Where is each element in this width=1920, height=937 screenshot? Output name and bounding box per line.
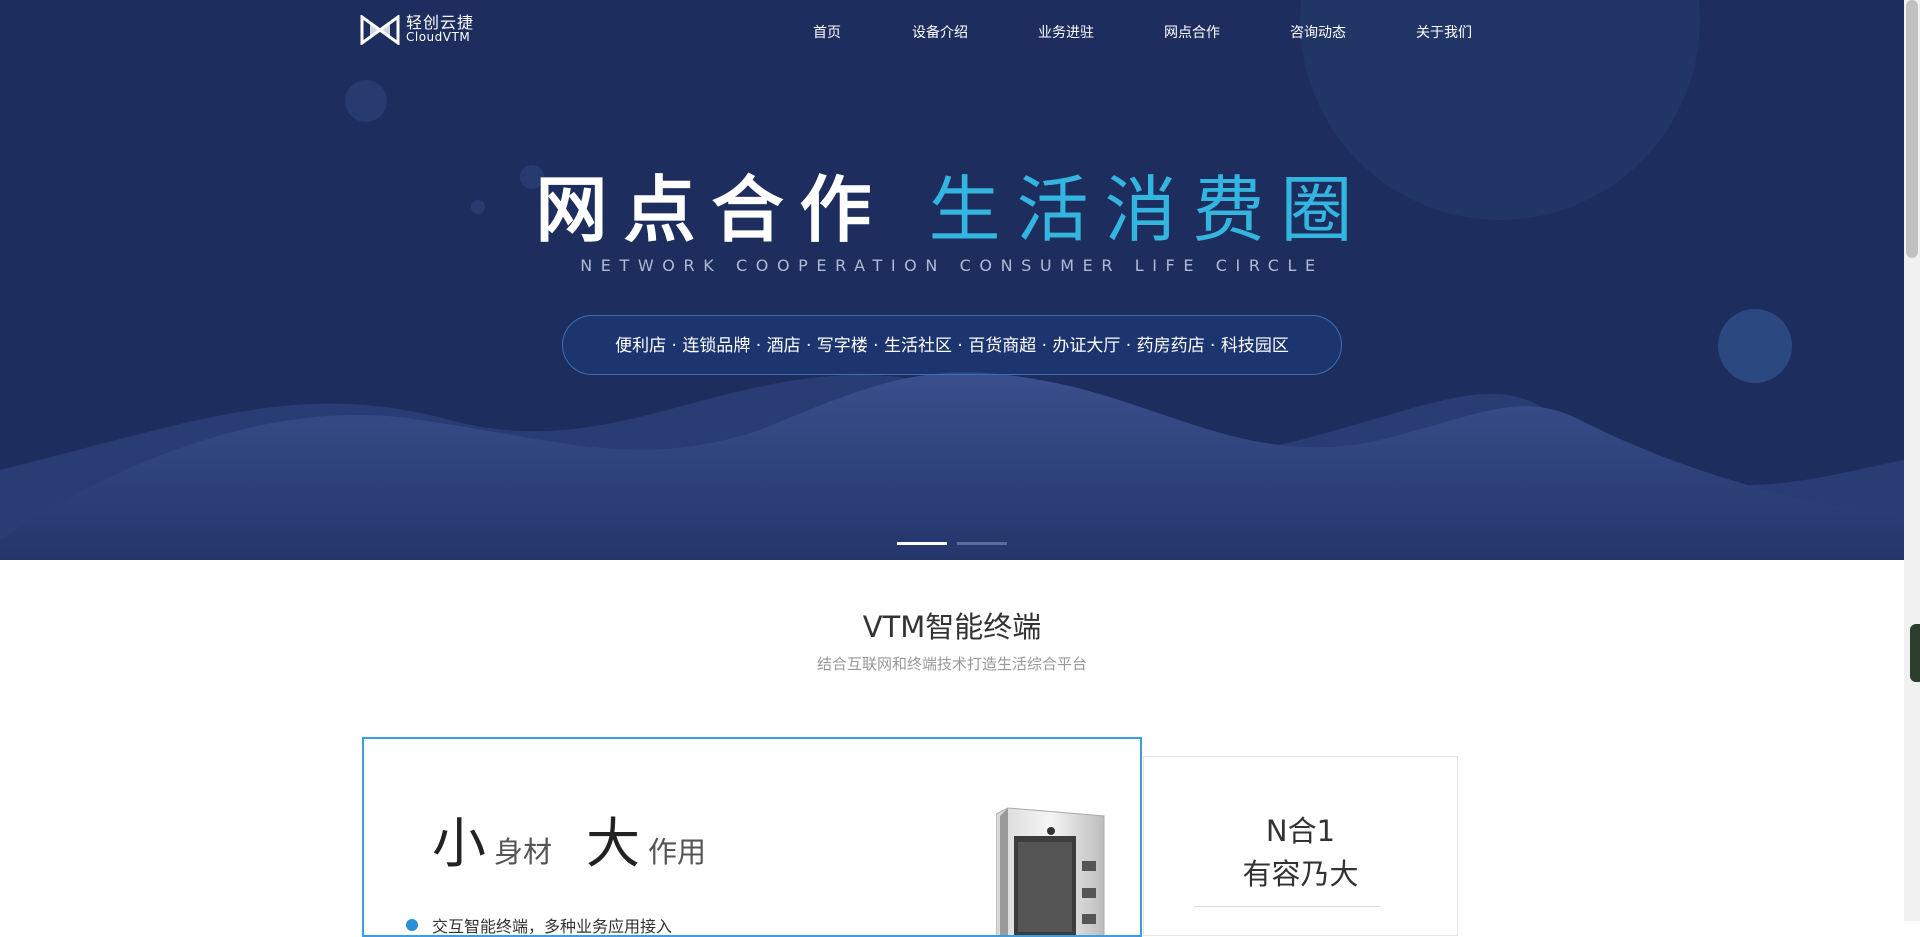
- hero-title-blue: 生活消费圈: [928, 168, 1369, 252]
- section-title: VTM智能终端: [862, 610, 1042, 644]
- side-card-line-2: 有容乃大: [1242, 857, 1359, 891]
- slogan-small-1: 身材: [494, 835, 553, 869]
- card-slogan: 小身材大作用: [432, 799, 740, 878]
- nav-item-about[interactable]: 关于我们: [1416, 22, 1472, 42]
- hero-title: 网点合作 生活消费圈: [0, 168, 1904, 252]
- logo-mark-icon: [360, 15, 400, 45]
- top-navigation: 轻创云捷 CloudVTM 首页 设备介绍 业务进驻 网点合作 咨询动态 关于我…: [0, 0, 1904, 63]
- hero-banner: [0, 0, 1904, 560]
- card-bullet-text: 交互智能终端，多种业务应用接入: [432, 917, 673, 936]
- slogan-small-2: 作用: [648, 835, 707, 869]
- floating-side-tab[interactable]: [1910, 624, 1920, 682]
- card-bullet: 交互智能终端，多种业务应用接入: [406, 913, 673, 936]
- feature-card-main[interactable]: 小身材大作用 交互智能终端，多种业务应用接入: [362, 737, 1142, 937]
- slogan-big-2: 大: [586, 812, 641, 875]
- scrollbar-thumb[interactable]: [1906, 0, 1918, 258]
- nav-item-business[interactable]: 业务进驻: [1038, 22, 1094, 42]
- vtm-terminal-device-image: [996, 807, 1105, 935]
- carousel-dot-2[interactable]: [957, 542, 1007, 545]
- section-subtitle: 结合互联网和终端技术打造生活综合平台: [816, 655, 1087, 673]
- logo[interactable]: 轻创云捷 CloudVTM: [360, 15, 474, 45]
- feature-card-side[interactable]: N合1 有容乃大: [1143, 756, 1458, 936]
- hero-title-white: 网点合作: [535, 168, 888, 252]
- nav-item-devices[interactable]: 设备介绍: [912, 22, 968, 42]
- side-card-line-1: N合1: [1265, 814, 1336, 848]
- carousel-dot-1[interactable]: [897, 542, 947, 545]
- logo-chinese-name: 轻创云捷: [406, 13, 475, 32]
- hero-subtitle: NETWORK COOPERATION CONSUMER LIFE CIRCLE: [580, 256, 1324, 275]
- side-card-title: N合1 有容乃大: [1144, 810, 1457, 896]
- nav-item-home[interactable]: 首页: [813, 22, 841, 42]
- nav-item-partnership[interactable]: 网点合作: [1164, 22, 1220, 42]
- nav-item-news[interactable]: 咨询动态: [1290, 22, 1346, 42]
- logo-english-name: CloudVTM: [406, 30, 471, 44]
- slogan-big-1: 小: [432, 812, 486, 875]
- hero-background-waves: [0, 0, 1904, 560]
- side-card-divider: [1194, 906, 1380, 907]
- hero-scenes-pill: 便利店 · 连锁品牌 · 酒店 · 写字楼 · 生活社区 · 百货商超 · 办证…: [562, 315, 1342, 375]
